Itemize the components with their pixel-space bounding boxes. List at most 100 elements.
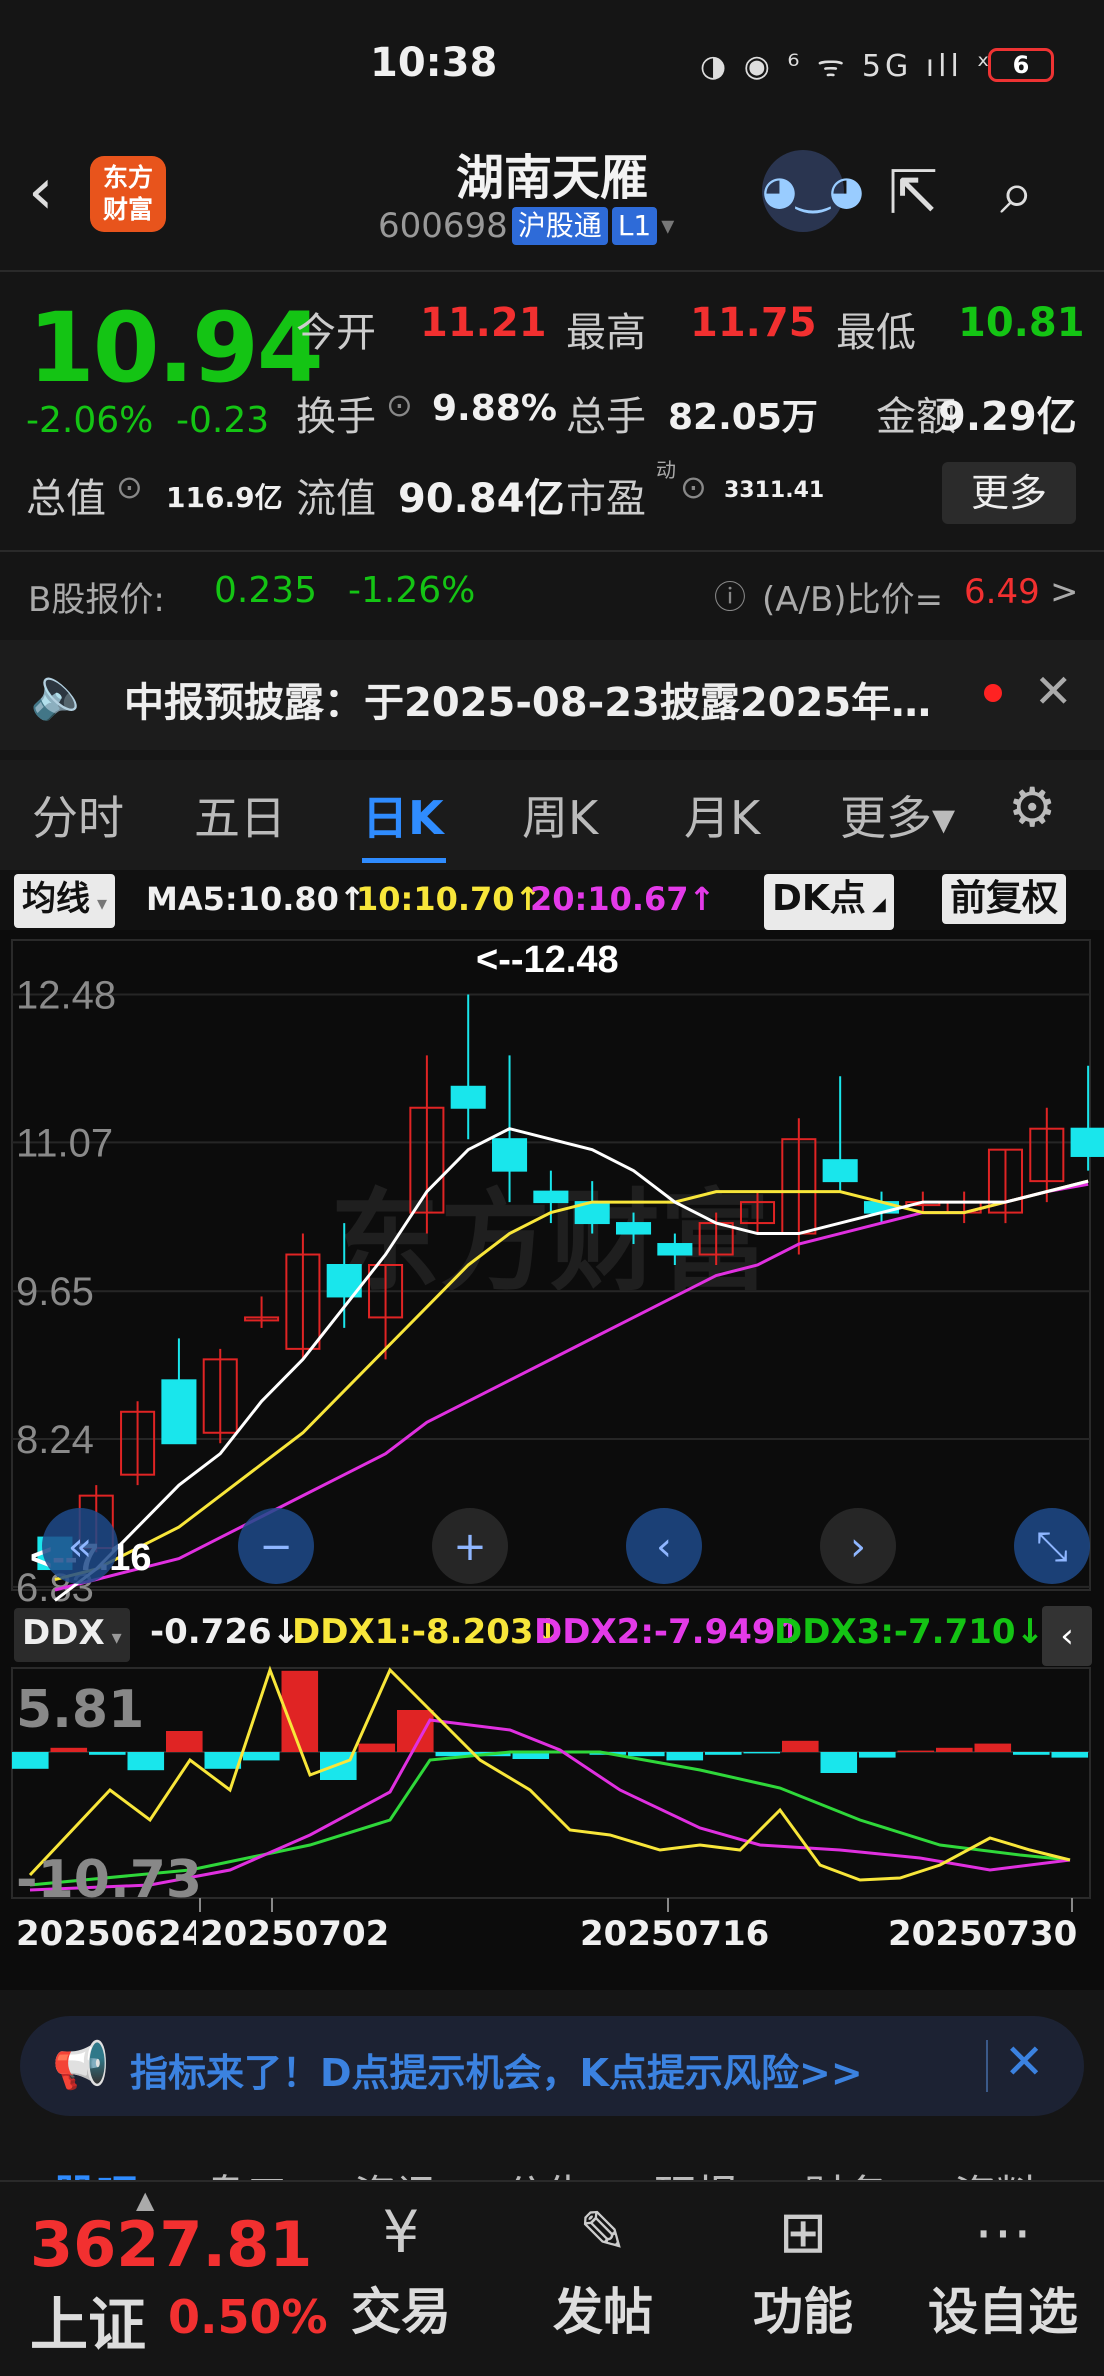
ddx-max-label: 5.81	[16, 1680, 145, 1740]
zoom-in-icon-glyph: +	[453, 1524, 487, 1570]
nav-post[interactable]: ✎ 发帖	[528, 2192, 678, 2344]
ddx-bar	[936, 1747, 973, 1752]
level-tag: L1	[611, 207, 658, 245]
ddx2-value: DDX2:-7.949↑	[534, 1612, 805, 1652]
status-bar: 10:38 ◑ ◉ ⁶ ᯤ 5G ıll ˣ ıll 6	[0, 0, 1104, 130]
grid-icon: ⊞	[778, 2198, 828, 2266]
nav-add-watchlist[interactable]: ⋯ 设自选	[928, 2192, 1078, 2344]
candle-body	[533, 1190, 569, 1204]
change-percent: -2.06%	[26, 400, 154, 441]
float-value: 90.84亿	[398, 476, 565, 522]
tab-monthly-k[interactable]: 月K	[684, 782, 760, 848]
ddx-bar	[50, 1747, 88, 1752]
stock-header: ‹ 东方 财富 湖南天雁 600698 沪股通 L1 ▾ ◕‿◕ ⇱ ⌕	[0, 130, 1104, 270]
ma-toggle[interactable]: 均线 ▾	[14, 874, 116, 928]
high-label: 最高	[566, 310, 646, 356]
tab-announcements[interactable]: 公告	[504, 2162, 588, 2180]
volume-value: 82.05万	[668, 397, 818, 438]
index-pct: 0.50%	[168, 2290, 328, 2344]
tab-more[interactable]: 更多▾	[840, 782, 955, 848]
chart-canvas[interactable]: 12.4811.079.658.246.83东方财富<--12.48<--7.1…	[0, 930, 1104, 1990]
tab-daily-k[interactable]: 日K	[362, 782, 444, 848]
ddx-bar	[859, 1752, 896, 1758]
ddx-bar	[243, 1752, 280, 1761]
more-button[interactable]: 更多	[942, 462, 1076, 524]
max-price-label: <--12.48	[476, 939, 619, 981]
assistant-robot-icon[interactable]: ◕‿◕	[762, 150, 864, 232]
ma20-value: 20:10.67↑	[530, 880, 716, 918]
amount-value: 9.29亿	[938, 394, 1077, 440]
candle-body	[657, 1243, 693, 1256]
index-value[interactable]: 3627.81	[30, 2208, 312, 2281]
open-label: 今开	[296, 310, 376, 356]
ddx-bar	[666, 1752, 704, 1761]
candle-body	[450, 1085, 486, 1109]
close-icon[interactable]: ✕	[1034, 664, 1073, 718]
pe-label: 市盈	[566, 476, 646, 522]
adjust-button[interactable]: 前复权	[942, 874, 1067, 924]
high-value: 11.75	[690, 300, 817, 346]
b-share-price: 0.235	[214, 570, 318, 611]
pe-sup: 动	[656, 458, 676, 482]
tab-weekly-k[interactable]: 周K	[522, 782, 598, 848]
yen-cycle-icon: ¥	[382, 2198, 420, 2266]
index-name: 上证	[30, 2291, 147, 2359]
ma10-value: 10:10.70↑	[356, 880, 542, 918]
mcap-value: 116.9亿	[166, 481, 283, 514]
ddx-bar	[897, 1750, 935, 1752]
tab-research[interactable]: 研报	[654, 2162, 738, 2180]
dk-point-button[interactable]: DK点 ◢	[764, 874, 894, 930]
low-value: 10.81	[958, 300, 1085, 346]
ddx-bar	[1051, 1752, 1089, 1758]
tab-five-day[interactable]: 五日	[194, 782, 286, 848]
tab-orderbook[interactable]: 盘口	[204, 2162, 288, 2180]
share-icon[interactable]: ⇱	[888, 158, 938, 228]
gear-icon[interactable]: ⚙	[1008, 776, 1056, 839]
ddx1-value: DDX1:-8.203↓	[292, 1612, 563, 1652]
help-icon[interactable]: ⓘ	[714, 572, 746, 618]
chevron-down-icon: ▾	[661, 211, 675, 241]
ddx-bar	[127, 1752, 165, 1771]
ddx-bar	[705, 1752, 742, 1755]
last-price: 10.94	[28, 292, 324, 404]
y-tick-label: 12.48	[16, 974, 116, 1018]
ddx-toggle[interactable]: DDX ▾	[14, 1608, 130, 1662]
ddx3-value: DDX3:-7.710↓	[774, 1612, 1045, 1652]
tab-intraday[interactable]: 分时	[32, 782, 124, 848]
fullscreen-icon-glyph: ⤡	[1036, 1524, 1068, 1570]
divider	[986, 2040, 988, 2092]
ddx-bar	[89, 1752, 126, 1755]
stock-code-row[interactable]: 600698 沪股通 L1 ▾	[378, 206, 674, 246]
indicator-banner[interactable]: 📢 指标来了！D点提示机会，K点提示风险>> ✕	[20, 2016, 1084, 2116]
ddx-bar	[12, 1752, 49, 1769]
candle-body	[822, 1159, 858, 1183]
kline-chart[interactable]: 12.4811.079.658.246.83东方财富<--12.48<--7.1…	[0, 930, 1104, 1990]
info-icon[interactable]: ⊙	[116, 468, 143, 506]
nav-trade[interactable]: ¥ 交易	[326, 2192, 476, 2344]
b-share-row[interactable]: B股报价: 0.235 -1.26% ⓘ (A/B)比价= 6.49 >	[0, 550, 1104, 630]
info-tabs: 股吧 盘口 资讯 公告 研报 财务 资料	[0, 2130, 1104, 2180]
nav-functions[interactable]: ⊞ 功能	[728, 2192, 878, 2344]
ddx-bar	[974, 1743, 1012, 1752]
ddx-value: -0.726↓	[150, 1612, 301, 1652]
rewind-icon-glyph: «	[68, 1524, 92, 1570]
ddx-bar	[358, 1743, 396, 1752]
search-icon[interactable]: ⌕	[1000, 158, 1034, 228]
hk-connect-tag: 沪股通	[511, 207, 608, 245]
ddx-min-label: -10.73	[16, 1850, 203, 1910]
ddx1-line	[28, 1665, 1071, 1882]
close-icon[interactable]: ✕	[1004, 2034, 1044, 2090]
tab-news[interactable]: 资讯	[354, 2162, 438, 2180]
collapse-icon[interactable]: ‹	[1042, 1606, 1092, 1666]
tab-guba[interactable]: 股吧	[54, 2162, 138, 2180]
info-icon[interactable]: ⊙	[386, 386, 413, 424]
change-amount: -0.23	[176, 400, 270, 441]
open-value: 11.21	[420, 300, 547, 346]
notice-bar[interactable]: 🔈 中报预披露：于2025-08-23披露2025年… ✕	[0, 640, 1104, 750]
ma-legend-bar: 均线 ▾ MA5:10.80↑ 10:10.70↑ 20:10.67↑ DK点 …	[0, 870, 1104, 930]
active-tab-indicator	[362, 858, 446, 863]
info-icon[interactable]: ⊙	[680, 468, 707, 506]
zoom-out-icon-glyph: −	[259, 1524, 293, 1570]
tab-profile[interactable]: 资料	[954, 2162, 1038, 2180]
tab-finance[interactable]: 财务	[804, 2162, 888, 2180]
